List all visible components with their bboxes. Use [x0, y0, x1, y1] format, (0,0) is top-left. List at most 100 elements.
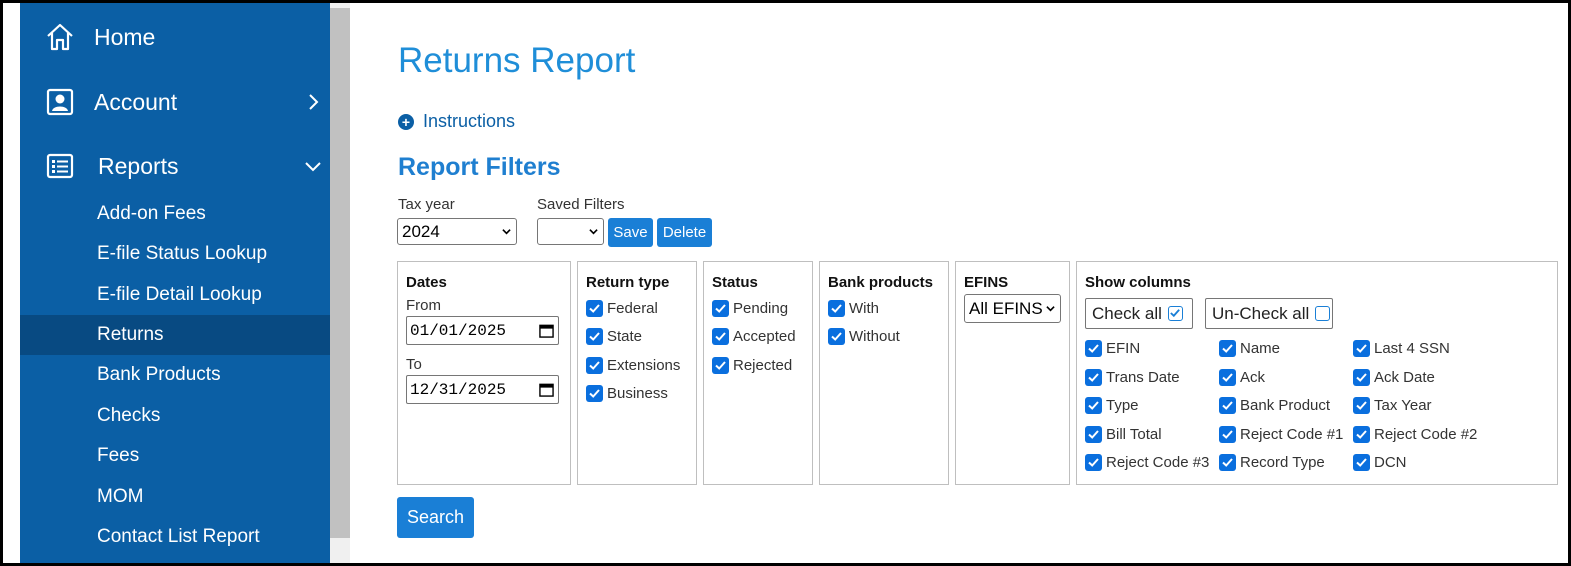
nav-account[interactable]: Account: [20, 72, 330, 132]
sidebar: Home Account Reports Add-on Fees E-file …: [20, 3, 330, 563]
saved-filters-label: Saved Filters: [537, 196, 625, 213]
checkbox-checked-icon: [1353, 340, 1370, 357]
efins-value: All EFINS: [969, 298, 1043, 318]
efins-select[interactable]: All EFINS: [964, 294, 1061, 323]
sidebar-item-label: E-file Status Lookup: [97, 243, 268, 264]
chevron-right-icon: [309, 94, 319, 110]
checkbox-label: Reject Code #2: [1374, 426, 1478, 443]
dates-panel: Dates From 01/01/2025 To 12/31/2025: [397, 261, 571, 485]
sidebar-item-checks[interactable]: Checks: [20, 396, 330, 436]
col-name-checkbox[interactable]: Name: [1219, 340, 1280, 357]
sidebar-item-mom[interactable]: MOM: [20, 477, 330, 517]
sidebar-item-label: Returns: [97, 324, 164, 345]
checkbox-checked-icon: [1353, 454, 1370, 471]
tax-year-value: 2024: [402, 221, 440, 241]
check-all-button[interactable]: Check all: [1085, 298, 1193, 329]
user-icon: [46, 88, 74, 116]
to-date-value: 12/31/2025: [410, 380, 507, 399]
checkbox-label: Trans Date: [1106, 369, 1180, 386]
col-ack-checkbox[interactable]: Ack: [1219, 369, 1265, 386]
col-efin-checkbox[interactable]: EFIN: [1085, 340, 1140, 357]
nav-home[interactable]: Home: [20, 7, 330, 67]
sidebar-item-returns[interactable]: Returns: [20, 315, 330, 355]
col-trans-date-checkbox[interactable]: Trans Date: [1085, 369, 1180, 386]
col-bill-total-checkbox[interactable]: Bill Total: [1085, 426, 1162, 443]
col-reject-code-2-checkbox[interactable]: Reject Code #2: [1353, 426, 1477, 443]
col-ack-date-checkbox[interactable]: Ack Date: [1353, 369, 1435, 386]
checkbox-checked-icon: [712, 328, 729, 345]
col-tax-year-checkbox[interactable]: Tax Year: [1353, 397, 1432, 414]
checkbox-checked-icon: [1167, 306, 1183, 321]
status-panel: Status Pending Accepted Rejected: [703, 261, 813, 485]
save-button[interactable]: Save: [608, 218, 653, 247]
col-bank-product-checkbox[interactable]: Bank Product: [1219, 397, 1330, 414]
checkbox-checked-icon: [1085, 454, 1102, 471]
col-dcn-checkbox[interactable]: DCN: [1353, 454, 1407, 471]
checkbox-label: State: [607, 328, 643, 345]
uncheck-all-button[interactable]: Un-Check all: [1205, 298, 1333, 329]
checkbox-label: Ack Date: [1374, 369, 1435, 386]
scrollbar-thumb[interactable]: [330, 8, 350, 538]
search-button[interactable]: Search: [397, 497, 474, 538]
checkbox-label: Ack: [1240, 369, 1266, 386]
tax-year-select[interactable]: 2024: [397, 218, 517, 245]
sidebar-item-fees[interactable]: Fees: [20, 436, 330, 476]
accepted-checkbox[interactable]: Accepted: [712, 328, 796, 345]
nav-reports-label: Reports: [98, 152, 179, 179]
to-date-input[interactable]: 12/31/2025: [406, 375, 559, 404]
from-date-input[interactable]: 01/01/2025: [406, 316, 559, 345]
checkbox-label: Record Type: [1240, 454, 1325, 471]
sidebar-item-efile-status[interactable]: E-file Status Lookup: [20, 234, 330, 274]
chevron-down-icon: [1046, 306, 1055, 312]
col-reject-code-3-checkbox[interactable]: Reject Code #3: [1085, 454, 1209, 471]
instructions-toggle[interactable]: + Instructions: [398, 111, 515, 132]
checkbox-checked-icon: [1219, 340, 1236, 357]
checkbox-label: Tax Year: [1374, 397, 1432, 414]
federal-checkbox[interactable]: Federal: [586, 300, 658, 317]
state-checkbox[interactable]: State: [586, 328, 642, 345]
filters-heading: Report Filters: [398, 153, 561, 181]
rejected-checkbox[interactable]: Rejected: [712, 357, 792, 374]
business-checkbox[interactable]: Business: [586, 385, 668, 402]
calendar-icon[interactable]: [539, 382, 554, 397]
instructions-label: Instructions: [423, 111, 516, 131]
checkbox-label: Business: [607, 385, 668, 402]
pending-checkbox[interactable]: Pending: [712, 300, 788, 317]
sidebar-scrollbar[interactable]: [330, 3, 350, 563]
nav-reports[interactable]: Reports: [20, 136, 330, 196]
chevron-down-icon: [305, 162, 321, 172]
bank-products-panel: Bank products With Without: [819, 261, 949, 485]
col-last4-ssn-checkbox[interactable]: Last 4 SSN: [1353, 340, 1450, 357]
checkbox-label: Federal: [607, 300, 658, 317]
sidebar-item-efile-detail[interactable]: E-file Detail Lookup: [20, 275, 330, 315]
with-checkbox[interactable]: With: [828, 300, 879, 317]
col-type-checkbox[interactable]: Type: [1085, 397, 1139, 414]
dates-heading: Dates: [406, 274, 447, 291]
saved-filters-select[interactable]: [537, 218, 604, 245]
without-checkbox[interactable]: Without: [828, 328, 900, 345]
checkbox-label: With: [849, 300, 879, 317]
tax-year-label: Tax year: [398, 196, 455, 213]
checkbox-label: Reject Code #1: [1240, 426, 1344, 443]
sidebar-item-label: Contact List Report: [97, 526, 260, 547]
checkbox-label: Reject Code #3: [1106, 454, 1210, 471]
checkbox-empty-icon: [1315, 306, 1331, 321]
delete-button[interactable]: Delete: [657, 218, 712, 247]
sidebar-item-label: Add-on Fees: [97, 203, 206, 224]
show-columns-panel: Show columns Check all Un-Check all EFIN…: [1076, 261, 1558, 485]
calendar-icon[interactable]: [539, 323, 554, 338]
checkbox-checked-icon: [586, 328, 603, 345]
checkbox-checked-icon: [586, 357, 603, 374]
sidebar-item-addon-fees[interactable]: Add-on Fees: [20, 194, 330, 234]
sidebar-item-contact-list[interactable]: Contact List Report: [20, 517, 330, 557]
checkbox-checked-icon: [1085, 340, 1102, 357]
checkbox-checked-icon: [1085, 369, 1102, 386]
sidebar-item-bank-products[interactable]: Bank Products: [20, 355, 330, 395]
check-all-label: Check all: [1092, 303, 1162, 323]
extensions-checkbox[interactable]: Extensions: [586, 357, 680, 374]
col-record-type-checkbox[interactable]: Record Type: [1219, 454, 1325, 471]
col-reject-code-1-checkbox[interactable]: Reject Code #1: [1219, 426, 1343, 443]
app-frame: Home Account Reports Add-on Fees E-file …: [3, 3, 1568, 563]
checkbox-checked-icon: [712, 357, 729, 374]
status-heading: Status: [712, 274, 758, 291]
